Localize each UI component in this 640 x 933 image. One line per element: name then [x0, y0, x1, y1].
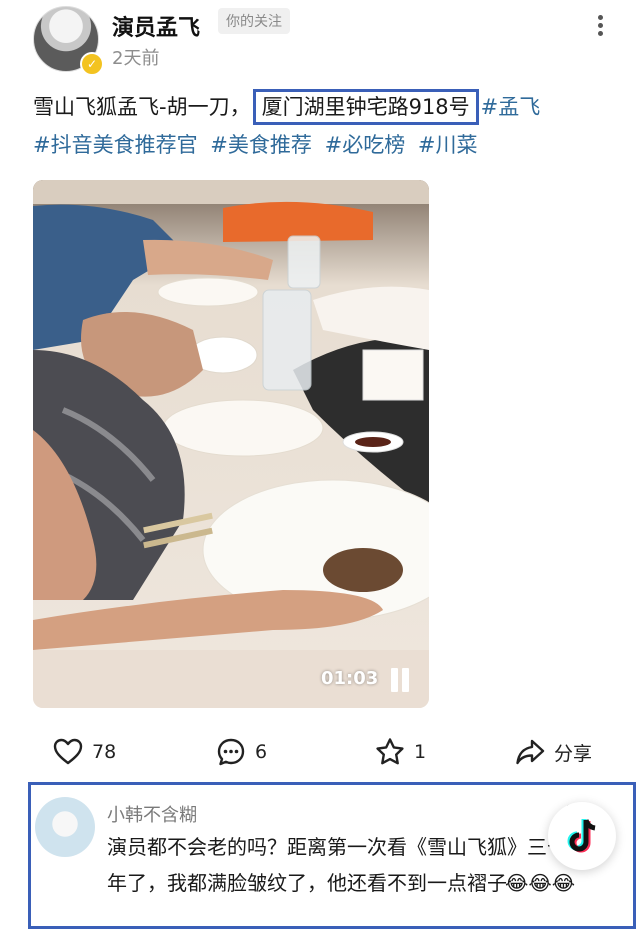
follow-badge: 你的关注 — [218, 8, 290, 34]
post-time: 2天前 — [112, 48, 160, 69]
laughing-emoji-icon: 😂😂😂 — [505, 871, 576, 895]
comment-count: 6 — [255, 741, 268, 763]
commenter-name[interactable]: 小韩不含糊 — [107, 801, 197, 827]
star-count: 1 — [414, 741, 427, 763]
hashtag-must-eat[interactable]: #必吃榜 — [325, 133, 406, 157]
star-button[interactable]: 1 — [374, 730, 426, 774]
commenter-avatar[interactable] — [35, 797, 95, 857]
comment-button[interactable]: 6 — [215, 730, 267, 774]
video-timestamp: 01:03 — [321, 668, 379, 689]
share-label: 分享 — [554, 742, 593, 765]
share-button[interactable]: 分享 — [514, 730, 592, 774]
share-icon — [516, 739, 545, 765]
douyin-logo-button[interactable] — [548, 802, 616, 870]
more-options-icon[interactable] — [590, 12, 610, 40]
hashtag-food-recommend[interactable]: #美食推荐 — [210, 133, 312, 157]
like-button[interactable]: 78 — [52, 730, 116, 774]
video-frame — [33, 180, 429, 708]
hashtag-sichuan[interactable]: #川菜 — [418, 133, 478, 157]
verified-badge-icon: ✓ — [80, 52, 104, 76]
address-highlight: 厦门湖里钟宅路918号 — [252, 89, 479, 125]
heart-icon — [53, 738, 83, 765]
address-text: 厦门湖里钟宅路918号 — [261, 95, 470, 119]
post-header: ✓ 演员孟飞 你的关注 2天前 — [0, 0, 640, 80]
pause-icon[interactable] — [389, 668, 411, 692]
post-actions: 78 6 1 分享 — [0, 730, 640, 774]
like-count: 78 — [92, 741, 117, 763]
star-icon — [376, 738, 404, 765]
comment-icon — [217, 738, 245, 766]
author-name[interactable]: 演员孟飞 — [112, 10, 200, 42]
caption-text: 雪山飞狐孟飞-胡一刀， — [33, 95, 251, 119]
highlighted-comment: 小韩不含糊 2-1 演员都不会老的吗？距离第一次看《雪山飞狐》三十多年了，我都满… — [28, 782, 636, 929]
hashtag-douyin-food[interactable]: #抖音美食推荐官 — [33, 133, 198, 157]
post-caption: 雪山飞狐孟飞-胡一刀， 厦门湖里钟宅路918号 #孟飞 #抖音美食推荐官 #美食推荐… — [33, 88, 623, 164]
comment-text: 演员都不会老的吗？距离第一次看《雪山飞狐》三十多年了，我都满脸皱纹了，他还看不到… — [107, 829, 597, 901]
douyin-logo-icon — [567, 819, 596, 853]
hashtag-mengfei[interactable]: #孟飞 — [481, 95, 541, 119]
video-player[interactable]: 01:03 — [33, 180, 429, 708]
